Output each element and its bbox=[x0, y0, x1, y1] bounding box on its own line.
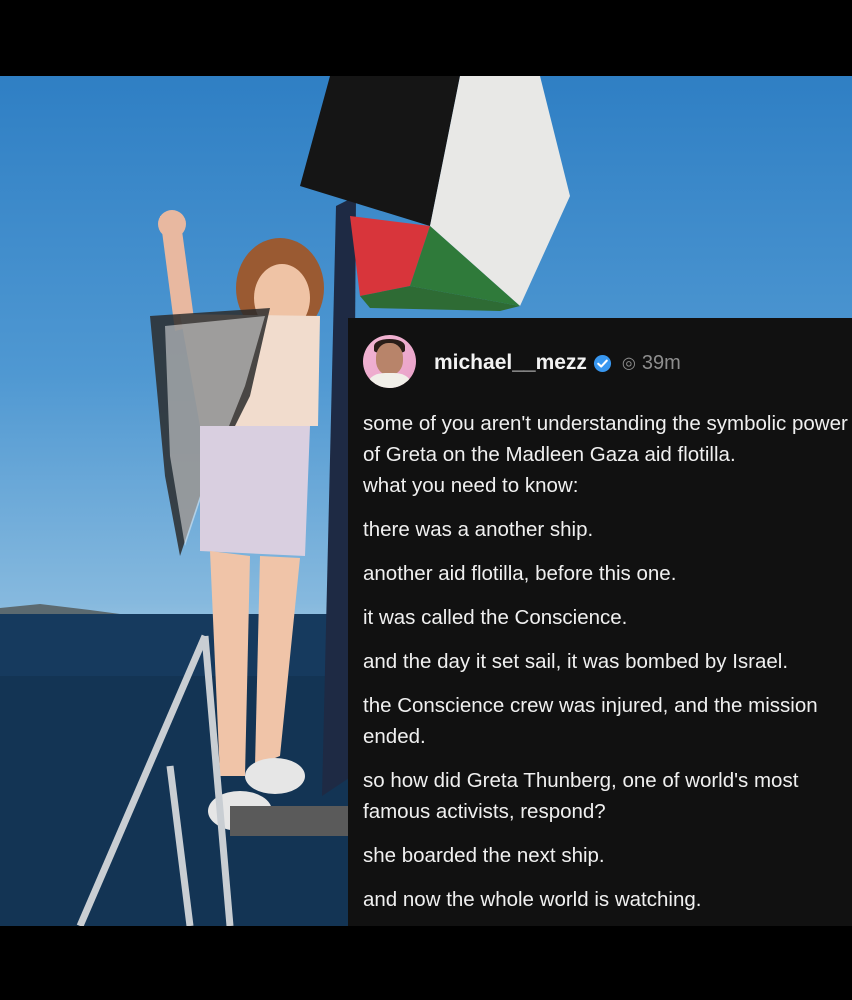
boat-deck bbox=[230, 806, 350, 836]
post-header: michael__mezz ◎ 39m bbox=[434, 348, 681, 378]
post-paragraph: another aid flotilla, before this one. bbox=[363, 562, 677, 585]
post-body: some of you aren't understanding the sym… bbox=[363, 408, 848, 928]
post-paragraph: the Conscience crew was injured, and the… bbox=[363, 694, 818, 748]
post-paragraph: it was called the Conscience. bbox=[363, 606, 628, 629]
post-timestamp: 39m bbox=[641, 351, 681, 374]
verified-badge-icon bbox=[593, 354, 611, 372]
post-paragraph: she boarded the next ship. bbox=[363, 844, 605, 867]
username[interactable]: michael__mezz bbox=[434, 351, 587, 375]
post-paragraph: and the day it set sail, it was bombed b… bbox=[363, 650, 789, 673]
post-paragraph: some of you aren't understanding the sym… bbox=[363, 412, 848, 497]
threads-icon: ◎ bbox=[621, 355, 636, 372]
threads-post-card: michael__mezz ◎ 39m some of you aren't u… bbox=[348, 318, 852, 926]
post-paragraph: so how did Greta Thunberg, one of world'… bbox=[363, 769, 799, 823]
post-paragraph: and now the whole world is watching. bbox=[363, 888, 702, 911]
avatar[interactable] bbox=[363, 335, 416, 388]
post-paragraph: there was a another ship. bbox=[363, 518, 594, 541]
